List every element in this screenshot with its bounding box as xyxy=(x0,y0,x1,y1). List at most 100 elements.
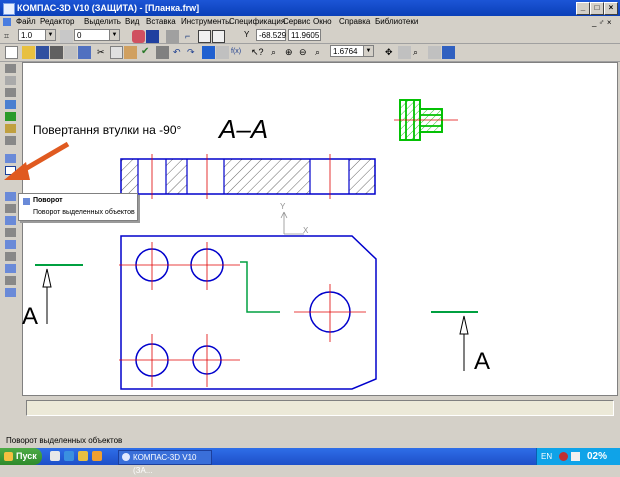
quicklaunch-desktop-icon[interactable] xyxy=(50,451,60,461)
zoom-all-icon[interactable]: ⌕ xyxy=(314,46,327,59)
measure-icon[interactable] xyxy=(5,124,16,133)
annotation-text: Повертання втулки на -90° xyxy=(33,123,181,137)
copy-objects-icon[interactable] xyxy=(5,216,16,225)
axis-x-label: X xyxy=(303,226,309,235)
taskbar-button-kompas[interactable]: КОМПАС-3D V10 (ЗА... xyxy=(118,450,212,475)
kompas-icon xyxy=(122,453,130,461)
manager-icon[interactable] xyxy=(202,46,215,59)
taskbar: Пуск КОМПАС-3D V10 (ЗА... EN 02% xyxy=(0,448,620,475)
mirror-icon[interactable] xyxy=(5,204,16,213)
step-combo[interactable]: 1.0 ▼ xyxy=(18,29,56,41)
chevron-down-icon: ▼ xyxy=(45,30,55,40)
menu-insert[interactable]: Вставка xyxy=(146,16,176,28)
menu-libraries[interactable]: Библиотеки xyxy=(375,16,418,28)
property-panel-field[interactable] xyxy=(26,400,614,416)
parametrization-icon[interactable] xyxy=(5,112,16,121)
formula-icon[interactable]: f(x) xyxy=(230,46,243,59)
window-title: КОМПАС-3D V10 (ЗАЩИТА) - [Планка.frw] xyxy=(17,3,200,13)
print-icon[interactable] xyxy=(50,46,63,59)
drawing-canvas[interactable]: Повертання втулки на -90° A–A Y X A A xyxy=(22,62,618,396)
property-panel xyxy=(22,398,618,418)
join-icon[interactable] xyxy=(5,288,16,297)
menu-edit[interactable]: Редактор xyxy=(40,16,74,28)
title-bar: КОМПАС-3D V10 (ЗАЩИТА) - [Планка.frw] _ … xyxy=(0,0,620,16)
tooltip-description: Поворот выделенных объектов xyxy=(33,209,135,216)
menu-service[interactable]: Сервис xyxy=(283,16,310,28)
windows-logo-icon xyxy=(4,452,13,461)
cut-icon[interactable]: ✂ xyxy=(96,46,109,59)
menu-window[interactable]: Окно xyxy=(313,16,332,28)
trim-icon[interactable] xyxy=(5,240,16,249)
menu-file[interactable]: Файл xyxy=(16,16,36,28)
cut-label-left: A xyxy=(22,303,38,330)
list-icon[interactable] xyxy=(156,46,169,59)
quicklaunch-ie-icon[interactable] xyxy=(64,451,74,461)
zoom-dynamic-icon[interactable]: ⌕ xyxy=(412,46,425,59)
doc-icon xyxy=(3,18,11,26)
x-coordinate-field[interactable]: -68.529 xyxy=(256,29,286,41)
quicklaunch-folder-icon[interactable] xyxy=(78,451,88,461)
paste-icon[interactable] xyxy=(124,46,137,59)
rotate-icon xyxy=(23,198,30,205)
menu-tools[interactable]: Инструменты xyxy=(181,16,231,28)
undo-icon[interactable]: ↶ xyxy=(172,46,185,59)
document-icon[interactable] xyxy=(78,46,91,59)
display-icon[interactable] xyxy=(428,46,441,59)
deform-icon[interactable] xyxy=(5,228,16,237)
coordinate-icon[interactable]: ⌐ xyxy=(184,30,197,43)
y-coordinate-field[interactable]: 11.9605 xyxy=(288,29,321,41)
layer-icon[interactable] xyxy=(60,30,73,43)
menu-specification[interactable]: Спецификация xyxy=(229,16,285,28)
zoom-combo[interactable]: 1.6764 ▼ xyxy=(330,45,374,57)
start-button[interactable]: Пуск xyxy=(0,448,42,465)
zoom-in-icon[interactable]: ⊕ xyxy=(284,46,297,59)
close-button[interactable]: × xyxy=(604,2,618,15)
tray-app-icon[interactable] xyxy=(559,452,568,461)
section-view xyxy=(120,154,376,199)
bushing-part xyxy=(394,99,458,141)
scale-icon[interactable] xyxy=(5,192,16,201)
layer-combo[interactable]: 0 ▼ xyxy=(74,29,120,41)
ortho-icon[interactable] xyxy=(166,30,179,43)
local-cs-icon[interactable] xyxy=(212,30,225,43)
maximize-button[interactable]: □ xyxy=(590,2,604,15)
help-cursor-icon[interactable]: ↖? xyxy=(250,46,264,59)
clear-icon[interactable] xyxy=(5,276,16,285)
break-icon[interactable] xyxy=(5,252,16,261)
copy-icon[interactable] xyxy=(110,46,123,59)
symbols-icon[interactable] xyxy=(5,88,16,97)
edit-icon[interactable] xyxy=(5,100,16,109)
open-folder-icon[interactable] xyxy=(22,46,35,59)
menu-select[interactable]: Выделить xyxy=(84,16,121,28)
redo-icon[interactable]: ↷ xyxy=(186,46,199,59)
save-icon[interactable] xyxy=(36,46,49,59)
menu-view[interactable]: Вид xyxy=(125,16,139,28)
cut-mark-left xyxy=(35,264,83,324)
clock: 02% xyxy=(587,451,608,462)
menu-help[interactable]: Справка xyxy=(339,16,370,28)
grid-icon[interactable]: ⌗ xyxy=(3,30,16,43)
new-file-icon[interactable] xyxy=(5,46,18,59)
cut-mark-right xyxy=(431,311,478,371)
tray-network-icon[interactable] xyxy=(571,452,580,461)
geometry-icon[interactable] xyxy=(5,64,16,73)
minimize-button[interactable]: _ xyxy=(576,2,590,15)
refresh-icon[interactable] xyxy=(398,46,411,59)
properties-icon[interactable]: ✔ xyxy=(140,46,153,59)
dimensions-icon[interactable] xyxy=(5,76,16,85)
preview-icon[interactable] xyxy=(64,46,77,59)
style-icon[interactable] xyxy=(132,30,145,43)
explode-icon[interactable] xyxy=(5,264,16,273)
app-icon xyxy=(3,3,15,15)
pan-icon[interactable]: ✥ xyxy=(384,46,397,59)
tooltip-title: Поворот xyxy=(33,197,63,204)
language-indicator[interactable]: EN xyxy=(541,448,552,465)
zoom-out-icon[interactable]: ⊖ xyxy=(298,46,311,59)
zoom-window-icon[interactable]: ⌕ xyxy=(270,46,283,59)
library-icon[interactable] xyxy=(216,46,229,59)
snap-icon[interactable] xyxy=(198,30,211,43)
settings-icon[interactable] xyxy=(442,46,455,59)
drawing-svg: Повертання втулки на -90° A–A Y X A A xyxy=(22,99,490,390)
quicklaunch-media-icon[interactable] xyxy=(92,451,102,461)
color-icon[interactable] xyxy=(146,30,159,43)
